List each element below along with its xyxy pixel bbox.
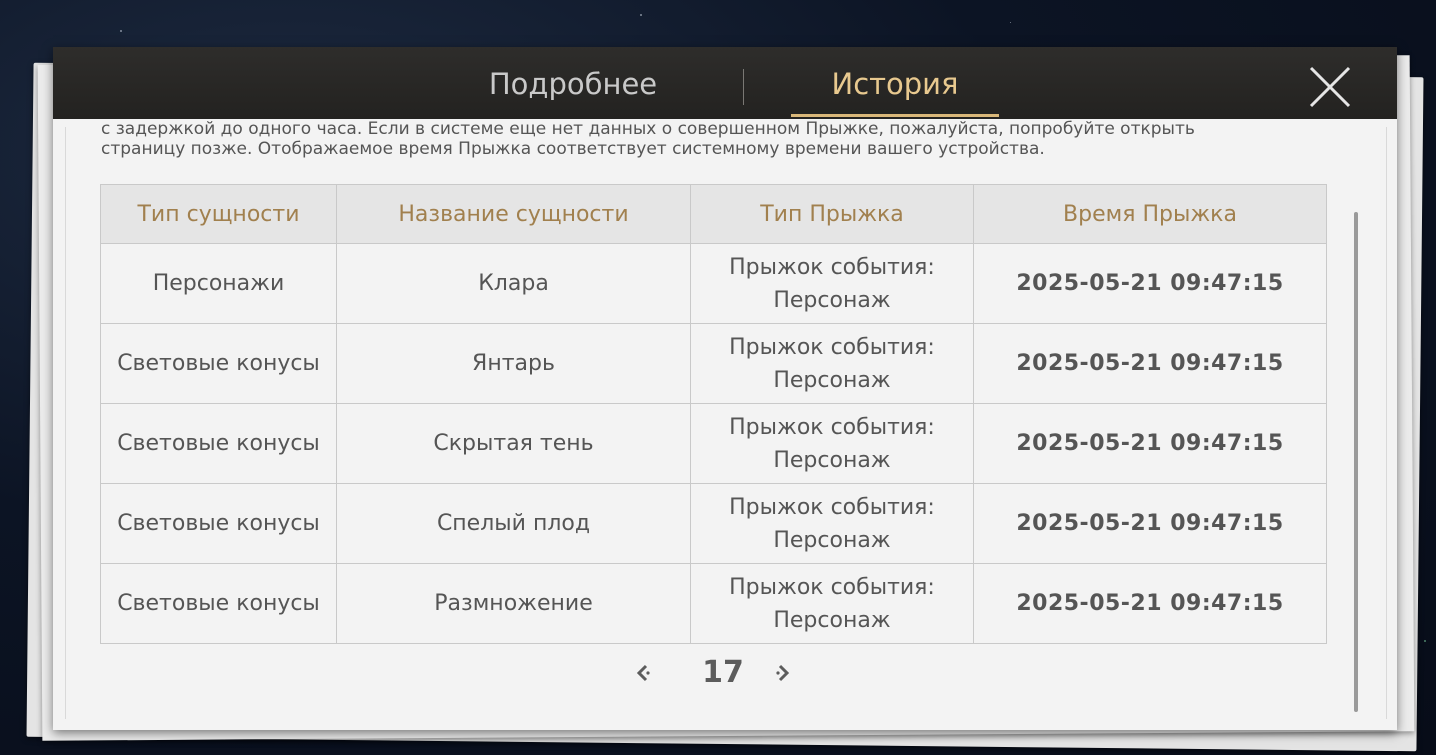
header-entity-name: Название сущности (336, 184, 691, 244)
header-entity-type: Тип сущности (100, 184, 337, 244)
tab-history[interactable]: История (791, 47, 999, 119)
cell-jump-type: Прыжок события: Персонаж (690, 483, 974, 564)
star (1010, 22, 1011, 23)
table-row: Световые конусы Скрытая тень Прыжок собы… (100, 403, 1327, 484)
cell-jump-time: 2025-05-21 09:47:15 (973, 243, 1327, 324)
cell-entity-name: Янтарь (336, 323, 691, 404)
page-number: 17 (702, 655, 744, 690)
cell-entity-type: Световые конусы (100, 403, 337, 484)
prev-page-button[interactable] (631, 661, 655, 685)
cell-jump-type: Прыжок события: Персонаж (690, 563, 974, 644)
next-page-button[interactable] (771, 661, 795, 685)
close-button[interactable] (1308, 65, 1352, 109)
scrollbar[interactable] (1354, 212, 1358, 712)
header-jump-type: Тип Прыжка (690, 184, 974, 244)
table-header-row: Тип сущности Название сущности Тип Прыжк… (100, 184, 1327, 244)
cell-entity-name: Скрытая тень (336, 403, 691, 484)
cell-jump-type: Прыжок события: Персонаж (690, 243, 974, 324)
history-panel: Подробнее История с задержкой до одного … (53, 47, 1397, 730)
cell-entity-type: Световые конусы (100, 483, 337, 564)
chevron-left-icon (636, 664, 650, 682)
table-row: Световые конусы Размножение Прыжок событ… (100, 563, 1327, 644)
cell-entity-type: Персонажи (100, 243, 337, 324)
table-row: Персонажи Клара Прыжок события: Персонаж… (100, 243, 1327, 324)
tab-details[interactable]: Подробнее (443, 47, 703, 119)
tab-divider (743, 69, 744, 105)
star (120, 30, 122, 32)
cell-jump-time: 2025-05-21 09:47:15 (973, 563, 1327, 644)
pagination: 17 (613, 653, 833, 693)
table-row: Световые конусы Янтарь Прыжок события: П… (100, 323, 1327, 404)
cell-entity-name: Клара (336, 243, 691, 324)
history-table: Тип сущности Название сущности Тип Прыжк… (100, 184, 1327, 644)
cell-jump-time: 2025-05-21 09:47:15 (973, 323, 1327, 404)
cell-jump-time: 2025-05-21 09:47:15 (973, 403, 1327, 484)
star (640, 14, 642, 16)
header-jump-time: Время Прыжка (973, 184, 1327, 244)
cell-jump-type: Прыжок события: Персонаж (690, 403, 974, 484)
active-tab-indicator (791, 114, 999, 117)
cell-entity-name: Спелый плод (336, 483, 691, 564)
table-row: Световые конусы Спелый плод Прыжок событ… (100, 483, 1327, 564)
cell-entity-type: Световые конусы (100, 323, 337, 404)
cell-entity-type: Световые конусы (100, 563, 337, 644)
panel-header: Подробнее История (53, 47, 1397, 119)
notice-line: с задержкой до одного часа. Если в систе… (101, 119, 1195, 139)
cell-entity-name: Размножение (336, 563, 691, 644)
notice-line: страницу позже. Отображаемое время Прыжк… (101, 139, 1045, 159)
star (1424, 640, 1426, 642)
close-icon (1309, 66, 1351, 108)
chevron-right-icon (776, 664, 790, 682)
cell-jump-time: 2025-05-21 09:47:15 (973, 483, 1327, 564)
notice-text: с задержкой до одного часа. Если в систе… (101, 119, 1311, 159)
cell-jump-type: Прыжок события: Персонаж (690, 323, 974, 404)
